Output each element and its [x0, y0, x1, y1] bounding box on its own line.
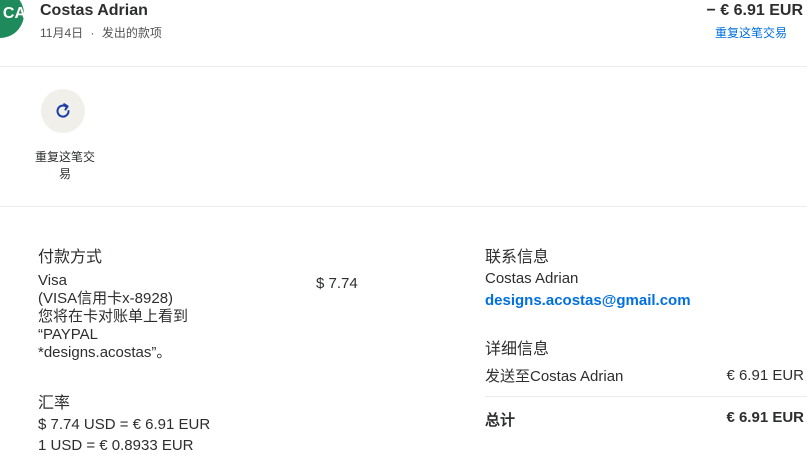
meta-separator: · — [90, 26, 95, 40]
transaction-meta: 11月4日 · 发出的款项 — [40, 24, 162, 41]
statement-note-1: 您将在卡对账单上看到 — [38, 308, 189, 325]
payment-amount: $ 7.74 — [316, 275, 358, 292]
sent-to-label: 发送至Costas Adrian — [485, 368, 624, 385]
avatar-initials: CA — [2, 5, 26, 22]
transaction-amount: − € 6.91 EUR — [706, 2, 804, 19]
payment-method-details: Visa (VISA信用卡x-8928) 您将在卡对账单上看到 “PAYPAL … — [38, 272, 238, 362]
contact-info-title: 联系信息 — [485, 249, 550, 266]
exchange-rate-line-1: $ 7.74 USD = € 6.91 EUR — [38, 416, 211, 433]
card-name: Visa — [38, 272, 67, 289]
repeat-transaction-link[interactable]: 重复这笔交易 — [715, 24, 787, 41]
details-divider — [485, 396, 807, 397]
exchange-rate-title: 汇率 — [38, 395, 71, 412]
header-divider — [0, 66, 807, 67]
transaction-date: 11月4日 — [40, 26, 84, 40]
total-label: 总计 — [485, 412, 516, 429]
sent-to-amount: € 6.91 EUR — [726, 367, 804, 384]
contact-name: Costas Adrian — [485, 270, 579, 287]
contact-email-link[interactable]: designs.acostas@gmail.com — [485, 292, 691, 309]
counterparty-name: Costas Adrian — [40, 2, 148, 19]
repeat-transaction-label: 重复这笔交易 — [34, 150, 95, 181]
total-amount: € 6.91 EUR — [726, 409, 804, 426]
statement-note-2: “PAYPAL — [38, 326, 99, 343]
section-divider — [0, 206, 807, 207]
statement-note-3: *designs.acostas”。 — [38, 344, 172, 361]
exchange-rate-line-2: 1 USD = € 0.8933 EUR — [38, 437, 194, 454]
details-title: 详细信息 — [485, 341, 550, 358]
repeat-transaction-button[interactable] — [41, 89, 85, 133]
refresh-icon — [56, 103, 70, 118]
transaction-type: 发出的款项 — [101, 26, 162, 40]
avatar: CA — [0, 0, 26, 38]
card-detail: (VISA信用卡x-8928) — [38, 290, 174, 307]
payment-method-title: 付款方式 — [38, 249, 103, 266]
